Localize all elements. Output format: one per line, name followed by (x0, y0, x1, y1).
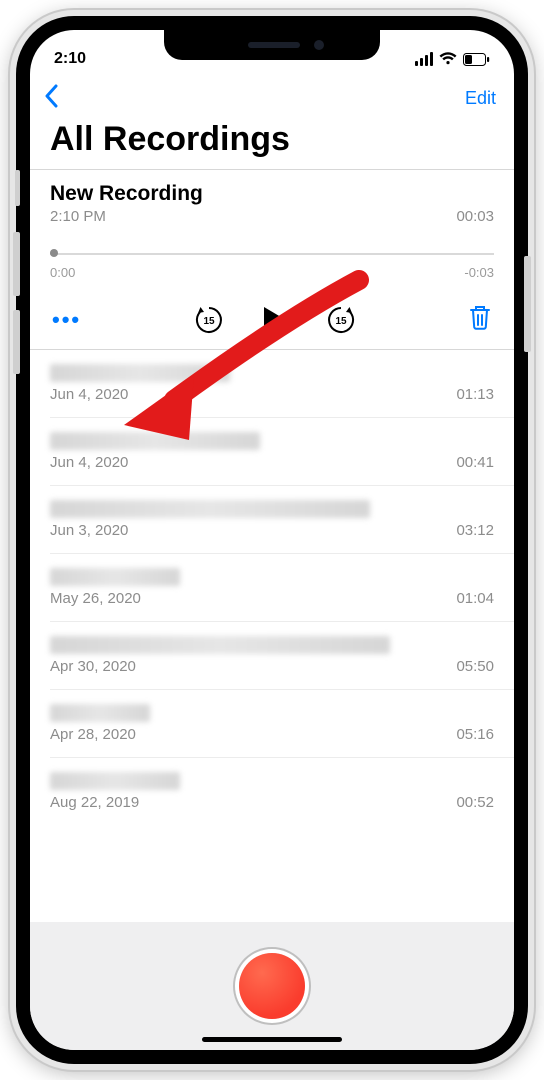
silence-switch (15, 170, 20, 206)
volume-down-button (13, 310, 20, 374)
page-title: All Recordings (30, 118, 514, 169)
delete-button[interactable] (468, 304, 492, 335)
power-button (524, 256, 531, 352)
recordings-list: Jun 4, 2020 01:13 Jun 4, 2020 00:41 Jun … (30, 350, 514, 815)
svg-text:15: 15 (203, 316, 215, 327)
more-options-button[interactable]: ••• (52, 315, 81, 325)
recording-time: 2:10 PM (50, 208, 106, 225)
notch (164, 30, 380, 60)
record-bar (30, 922, 514, 1050)
list-item-date: Jun 3, 2020 (50, 522, 128, 539)
list-item[interactable]: Jun 4, 2020 00:41 (50, 418, 514, 486)
list-item-duration: 05:16 (456, 726, 494, 743)
list-item-duration: 00:41 (456, 454, 494, 471)
list-item-date: Jun 4, 2020 (50, 386, 128, 403)
expanded-recording: New Recording 2:10 PM 00:03 0:00 -0:03 •… (30, 169, 514, 350)
list-item-date: Apr 30, 2020 (50, 658, 136, 675)
list-item[interactable]: Jun 4, 2020 01:13 (50, 350, 514, 418)
list-item-title-redacted (50, 364, 230, 382)
list-item-title-redacted (50, 704, 150, 722)
back-button[interactable] (44, 84, 60, 113)
scrubber[interactable] (50, 247, 494, 261)
list-item-duration: 03:12 (456, 522, 494, 539)
list-item-title-redacted (50, 568, 180, 586)
list-item-date: Jun 4, 2020 (50, 454, 128, 471)
list-item-duration: 05:50 (456, 658, 494, 675)
list-item-date: Aug 22, 2019 (50, 794, 139, 811)
list-item[interactable]: Apr 30, 2020 05:50 (50, 622, 514, 690)
phone-frame: 2:10 Edit (10, 10, 534, 1070)
scrub-remaining: -0:03 (464, 265, 494, 280)
volume-up-button (13, 232, 20, 296)
cellular-icon (415, 52, 433, 66)
wifi-icon (439, 52, 457, 66)
scrubber-knob[interactable] (50, 249, 58, 257)
list-item-duration: 00:52 (456, 794, 494, 811)
list-item[interactable]: Aug 22, 2019 00:52 (50, 758, 514, 815)
edit-button[interactable]: Edit (465, 88, 496, 109)
list-item-title-redacted (50, 500, 370, 518)
home-indicator[interactable] (202, 1037, 342, 1042)
nav-bar: Edit (30, 74, 514, 118)
list-item-duration: 01:04 (456, 590, 494, 607)
play-button[interactable] (262, 305, 288, 335)
list-item-duration: 01:13 (456, 386, 494, 403)
list-item-title-redacted (50, 772, 180, 790)
scrub-elapsed: 0:00 (50, 265, 75, 280)
list-item-title-redacted (50, 636, 390, 654)
battery-icon (463, 53, 490, 66)
playback-controls: ••• 15 15 (50, 304, 494, 335)
svg-text:15: 15 (335, 316, 347, 327)
status-time: 2:10 (54, 50, 86, 68)
skip-forward-15-button[interactable]: 15 (326, 305, 356, 335)
list-item[interactable]: May 26, 2020 01:04 (50, 554, 514, 622)
screen: 2:10 Edit (30, 30, 514, 1050)
recording-duration: 00:03 (456, 208, 494, 225)
list-item-title-redacted (50, 432, 260, 450)
record-button[interactable] (239, 953, 305, 1019)
list-item[interactable]: Jun 3, 2020 03:12 (50, 486, 514, 554)
list-item-date: May 26, 2020 (50, 590, 141, 607)
skip-back-15-button[interactable]: 15 (194, 305, 224, 335)
recording-title[interactable]: New Recording (50, 182, 494, 206)
list-item[interactable]: Apr 28, 2020 05:16 (50, 690, 514, 758)
list-item-date: Apr 28, 2020 (50, 726, 136, 743)
